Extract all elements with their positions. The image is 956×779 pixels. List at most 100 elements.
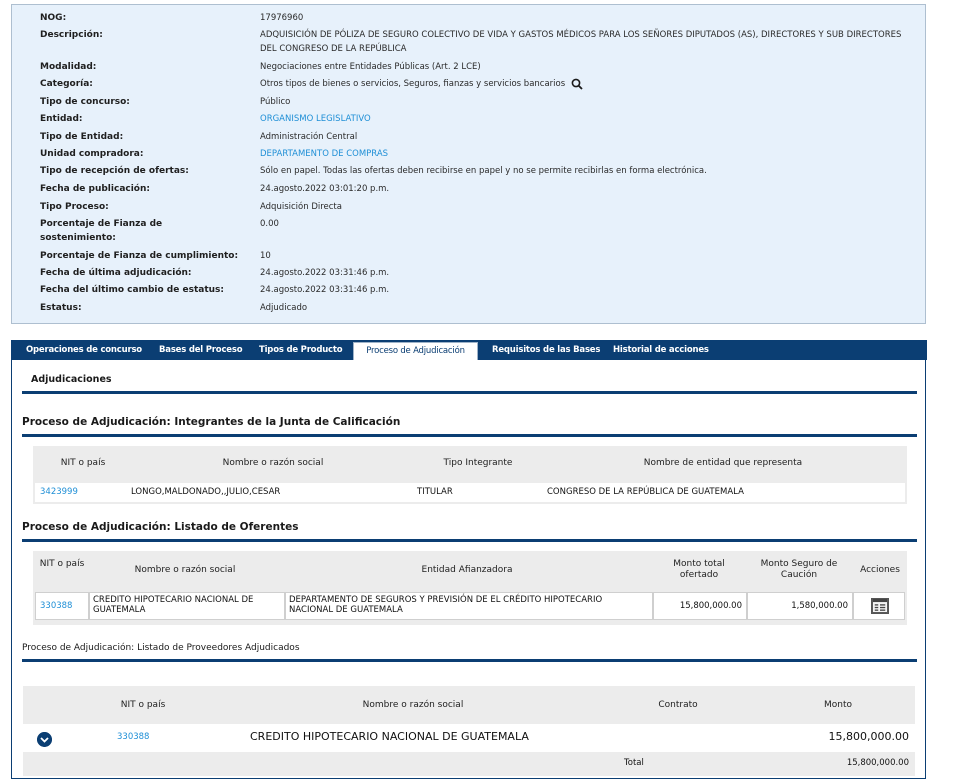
info-row-unidad: Unidad compradora: DEPARTAMENTO DE COMPR… <box>40 147 917 161</box>
descripcion-value: ADQUISICIÓN DE PÓLIZA DE SEGURO COLECTIV… <box>260 30 902 54</box>
tab-historial-de-acciones[interactable]: Historial de acciones <box>613 340 709 360</box>
subtab-underline <box>22 391 917 394</box>
adjudicados-header-nombre: Nombre o razón social <box>362 700 464 710</box>
ultima-adjudicacion-label: Fecha de última adjudicación: <box>40 268 192 278</box>
oferente-afianzadora-cell: DEPARTAMENTO DE SEGUROS Y PREVISIÓN DE E… <box>285 592 653 620</box>
info-row-entidad: Entidad: ORGANISMO LEGISLATIVO <box>40 112 917 126</box>
info-row-tipo-concurso: Tipo de concurso: Público <box>40 95 917 109</box>
entidad-link[interactable]: ORGANISMO LEGISLATIVO <box>260 112 907 126</box>
oferente-acciones-cell <box>853 592 905 620</box>
fianza-cumplimiento-label: Porcentaje de Fianza de cumplimiento: <box>40 251 239 261</box>
search-icon[interactable] <box>571 78 583 90</box>
ultimo-cambio-label: Fecha del último cambio de estatus: <box>40 285 224 295</box>
entidad-label: Entidad: <box>40 114 83 124</box>
adjudicado-monto: 15,800,000.00 <box>828 730 909 743</box>
oferentes-section-title: Proceso de Adjudicación: Listado de Ofer… <box>22 521 299 533</box>
recepcion-value: Sólo en papel. Todas las ofertas deben r… <box>260 166 707 176</box>
info-row-recepcion: Tipo de recepción de ofertas: Sólo en pa… <box>40 164 917 178</box>
oferentes-header-acciones: Acciones <box>860 565 900 575</box>
tipo-concurso-value: Público <box>260 97 291 107</box>
oferente-afianzadora: DEPARTAMENTO DE SEGUROS Y PREVISIÓN DE E… <box>289 595 603 615</box>
estatus-label: Estatus: <box>40 303 82 313</box>
table-row: 330388 CREDITO HIPOTECARIO NACIONAL DE G… <box>23 724 915 752</box>
tipo-proceso-value: Adquisición Directa <box>260 202 342 212</box>
tipo-entidad-value: Administración Central <box>260 132 358 142</box>
info-row-tipo-entidad: Tipo de Entidad: Administración Central <box>40 130 917 144</box>
info-row-modalidad: Modalidad: Negociaciones entre Entidades… <box>40 60 917 74</box>
junta-row-entidad: CONGRESO DE LA REPÚBLICA DE GUATEMALA <box>547 487 744 497</box>
oferente-monto-total-cell: 15,800,000.00 <box>653 592 747 620</box>
unidad-label: Unidad compradora: <box>40 149 144 159</box>
junta-header-tipo: Tipo Integrante <box>443 458 513 468</box>
tipo-proceso-label: Tipo Proceso: <box>40 202 109 212</box>
publicacion-value: 24.agosto.2022 03:01:20 p.m. <box>260 184 390 194</box>
categoria-value-wrap: Otros tipos de bienes o servicios, Segur… <box>260 77 907 91</box>
adjudicados-header-contrato: Contrato <box>658 700 698 710</box>
junta-header-nit: NIT o país <box>60 458 106 468</box>
oferentes-header-afianzadora: Entidad Afianzadora <box>421 565 513 575</box>
fianza-sostenimiento-label: Porcentaje de Fianza de sostenimiento: <box>40 219 163 243</box>
publicacion-label: Fecha de publicación: <box>40 184 150 194</box>
table-row: 3423999 LONGO,MALDONADO,,JULIO,CESAR TIT… <box>35 483 905 502</box>
estatus-value: Adjudicado <box>260 303 308 313</box>
modalidad-label: Modalidad: <box>40 62 97 72</box>
junta-row-nombre: LONGO,MALDONADO,,JULIO,CESAR <box>131 487 281 497</box>
adjudicado-nit-link[interactable]: 330388 <box>117 732 149 742</box>
info-row-publicacion: Fecha de publicación: 24.agosto.2022 03:… <box>40 182 917 196</box>
fianza-cumplimiento-value: 10 <box>260 251 271 261</box>
junta-header-entidad: Nombre de entidad que representa <box>643 458 803 468</box>
subtab-adjudicaciones[interactable]: Adjudicaciones <box>31 374 112 385</box>
ultima-adjudicacion-value: 24.agosto.2022 03:31:46 p.m. <box>260 268 390 278</box>
info-row-descripcion: Descripción: ADQUISICIÓN DE PÓLIZA DE SE… <box>40 28 917 56</box>
tab-bases-del-proceso[interactable]: Bases del Proceso <box>159 340 243 360</box>
tab-bar: Operaciones de concurso Bases del Proces… <box>12 340 927 360</box>
info-row-nog: NOG: 17976960 <box>40 11 917 25</box>
tabs-panel: Operaciones de concurso Bases del Proces… <box>11 340 927 779</box>
tab-operaciones-de-concurso[interactable]: Operaciones de concurso <box>26 340 142 360</box>
info-row-categoria: Categoría: Otros tipos de bienes o servi… <box>40 77 917 91</box>
oferentes-header-nombre: Nombre o razón social <box>134 565 236 575</box>
categoria-value: Otros tipos de bienes o servicios, Segur… <box>260 79 566 89</box>
modalidad-value: Negociaciones entre Entidades Públicas (… <box>260 62 481 72</box>
tipo-concurso-label: Tipo de concurso: <box>40 97 130 107</box>
nog-value: 17976960 <box>260 13 304 23</box>
junta-row-nit-link[interactable]: 3423999 <box>40 487 78 497</box>
categoria-label: Categoría: <box>40 79 93 89</box>
info-row-tipo-proceso: Tipo Proceso: Adquisición Directa <box>40 200 917 214</box>
adjudicados-section-title: Proceso de Adjudicación: Listado de Prov… <box>22 643 300 653</box>
adjudicados-header-monto: Monto <box>823 700 852 710</box>
ultimo-cambio-value: 24.agosto.2022 03:31:46 p.m. <box>260 285 390 295</box>
tender-info-panel: NOG: 17976960 Descripción: ADQUISICIÓN D… <box>11 4 926 324</box>
oferente-monto-seguro: 1,580,000.00 <box>791 601 848 611</box>
oferente-nit-cell: 330388 <box>35 592 89 620</box>
oferentes-table: NIT o país Nombre o razón social Entidad… <box>33 551 907 625</box>
junta-table: NIT o país Nombre o razón social Tipo In… <box>33 446 907 504</box>
oferente-nombre-cell: CREDITO HIPOTECARIO NACIONAL DE GUATEMAL… <box>89 592 285 620</box>
oferentes-header-monto-seguro: Monto Seguro de Caución <box>760 559 838 580</box>
fianza-sostenimiento-value: 0.00 <box>260 219 279 229</box>
junta-header-nombre: Nombre o razón social <box>222 458 324 468</box>
total-value: 15,800,000.00 <box>846 758 909 768</box>
unidad-link[interactable]: DEPARTAMENTO DE COMPRAS <box>260 147 907 161</box>
chevron-down-circle-icon[interactable] <box>37 732 52 747</box>
info-row-ultimo-cambio: Fecha del último cambio de estatus: 24.a… <box>40 283 917 297</box>
junta-row-tipo: TITULAR <box>417 487 453 497</box>
info-row-estatus: Estatus: Adjudicado <box>40 301 917 315</box>
info-row-ultima-adjudicacion: Fecha de última adjudicación: 24.agosto.… <box>40 266 917 280</box>
nog-label: NOG: <box>40 13 67 23</box>
oferente-monto-seguro-cell: 1,580,000.00 <box>747 592 853 620</box>
total-label: Total <box>624 758 644 768</box>
adjudicados-section-rule <box>22 659 917 662</box>
adjudicados-header-nit: NIT o país <box>120 700 166 710</box>
info-row-fianza-cumplimiento: Porcentaje de Fianza de cumplimiento: 10 <box>40 249 917 263</box>
info-row-fianza-sostenimiento: Porcentaje de Fianza de sostenimiento: 0… <box>40 217 917 245</box>
junta-section-rule <box>22 434 917 437</box>
oferente-nit-link[interactable]: 330388 <box>40 601 72 611</box>
tab-proceso-de-adjudicacion[interactable]: Proceso de Adjudicación <box>353 342 478 360</box>
table-detail-icon[interactable] <box>871 598 889 614</box>
adjudicado-nombre: CREDITO HIPOTECARIO NACIONAL DE GUATEMAL… <box>250 730 529 743</box>
recepcion-label: Tipo de recepción de ofertas: <box>40 166 189 176</box>
tab-requisitos-de-las-bases[interactable]: Requisitos de las Bases <box>492 340 600 360</box>
oferentes-section-rule <box>22 539 917 542</box>
tab-tipos-de-producto[interactable]: Tipos de Producto <box>259 340 343 360</box>
